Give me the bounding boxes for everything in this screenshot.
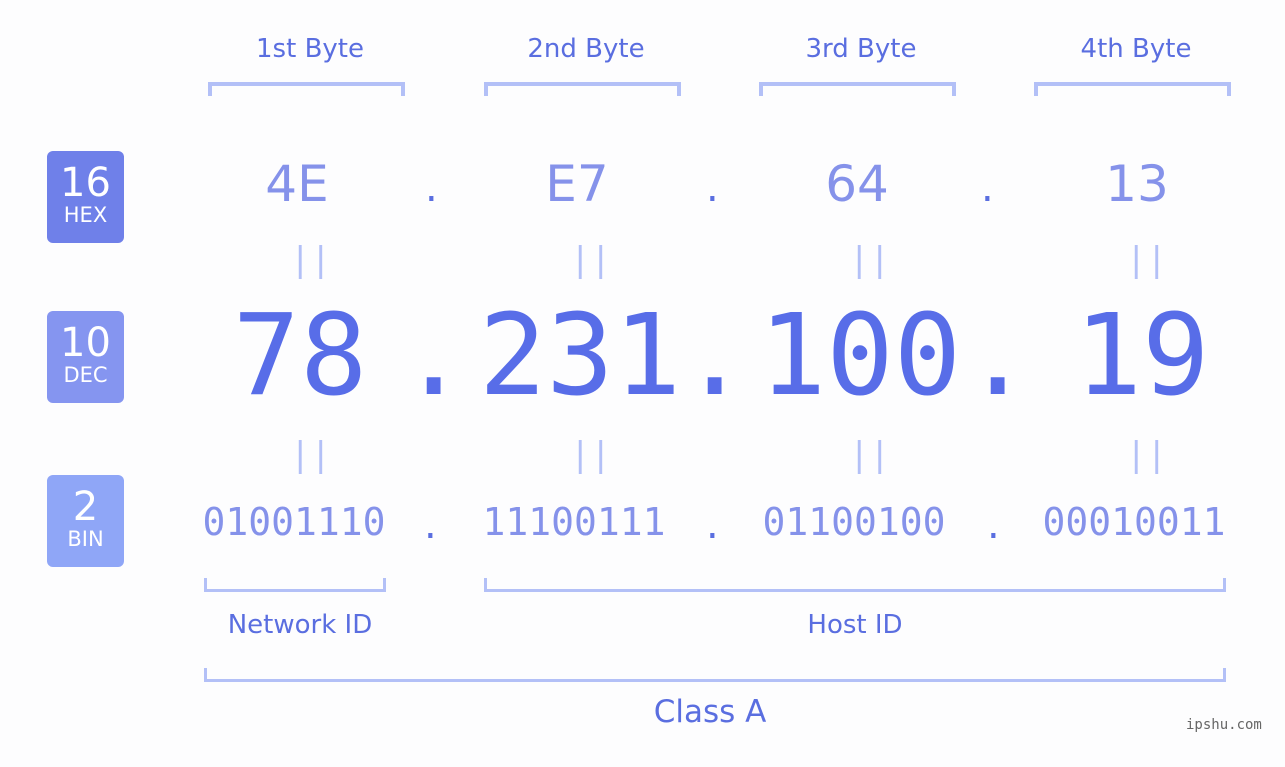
bin-badge-label: BIN (67, 527, 104, 551)
hex-value-4: 13 (1105, 155, 1169, 213)
hex-separator-2: . (706, 165, 719, 211)
bin-separator-1: . (424, 502, 437, 548)
host-id-label: Host ID (807, 610, 903, 640)
hex-value-2: E7 (545, 155, 609, 213)
equals-hex-dec-2: || (570, 240, 611, 280)
bin-separator-3: . (987, 502, 1000, 548)
hex-separator-1: . (425, 165, 438, 211)
equals-dec-bin-3: || (849, 435, 890, 475)
dec-separator-1: . (400, 291, 468, 421)
bin-badge: 2 BIN (47, 475, 124, 567)
equals-dec-bin-2: || (570, 435, 611, 475)
hex-badge: 16 HEX (47, 151, 124, 243)
dec-value-4: 19 (1074, 291, 1210, 421)
dec-value-1: 78 (232, 291, 368, 421)
hex-badge-number: 16 (60, 160, 111, 206)
hex-value-1: 4E (265, 155, 329, 213)
dec-badge: 10 DEC (47, 311, 124, 403)
byte-label-3: 3rd Byte (805, 34, 917, 64)
hex-value-3: 64 (825, 155, 889, 213)
dec-value-2: 231 (478, 291, 682, 421)
byte-bracket-3 (759, 82, 956, 96)
bin-value-1: 01001110 (202, 500, 386, 544)
dec-separator-3: . (964, 291, 1032, 421)
bin-value-3: 01100100 (762, 500, 946, 544)
hex-separator-3: . (981, 165, 994, 211)
equals-dec-bin-4: || (1126, 435, 1167, 475)
network-id-bracket (204, 578, 386, 592)
byte-label-2: 2nd Byte (527, 34, 645, 64)
watermark: ipshu.com (1186, 717, 1262, 733)
host-id-bracket (484, 578, 1226, 592)
equals-hex-dec-1: || (290, 240, 331, 280)
dec-badge-label: DEC (63, 363, 108, 387)
dec-value-3: 100 (758, 291, 962, 421)
hex-badge-label: HEX (63, 203, 108, 227)
class-bracket (204, 668, 1226, 682)
byte-label-4: 4th Byte (1080, 34, 1192, 64)
byte-bracket-1 (208, 82, 405, 96)
dec-separator-2: . (681, 291, 749, 421)
equals-dec-bin-1: || (290, 435, 331, 475)
network-id-label: Network ID (227, 610, 373, 640)
bin-badge-number: 2 (72, 484, 99, 530)
bin-value-4: 00010011 (1042, 500, 1226, 544)
byte-bracket-2 (484, 82, 681, 96)
class-label: Class A (653, 694, 767, 730)
bin-separator-2: . (706, 502, 719, 548)
dec-badge-number: 10 (60, 320, 111, 366)
equals-hex-dec-3: || (849, 240, 890, 280)
byte-label-1: 1st Byte (256, 34, 364, 64)
equals-hex-dec-4: || (1126, 240, 1167, 280)
byte-bracket-4 (1034, 82, 1231, 96)
bin-value-2: 11100111 (482, 500, 666, 544)
